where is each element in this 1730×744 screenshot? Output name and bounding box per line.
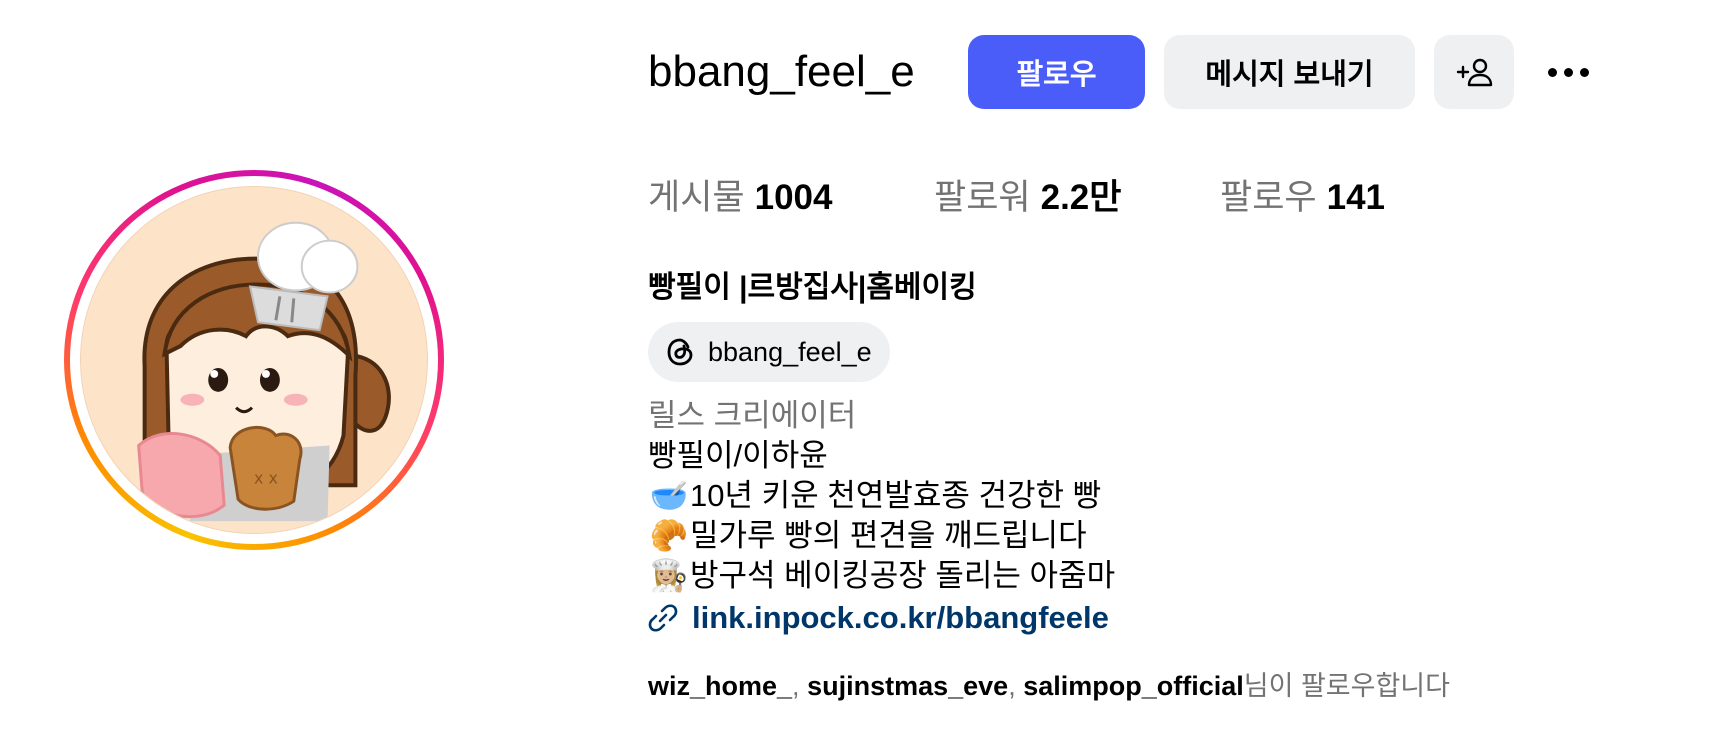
person-plus-icon bbox=[1456, 58, 1493, 87]
stat-value: 1004 bbox=[754, 178, 833, 217]
bio-line: 👩🏼‍🍳방구석 베이킹공장 돌리는 아줌마 bbox=[648, 556, 1115, 596]
threads-icon bbox=[667, 338, 693, 366]
link-text[interactable]: link.inpock.co.kr/bbangfeele bbox=[692, 598, 1109, 638]
stat-value: 2.2만 bbox=[1040, 178, 1122, 217]
profile-page: x x bbang_feel_e 팔로우 메시지 보내기 게시물 1004 팔로워… bbox=[0, 0, 1730, 744]
category-label: 릴스 크리에이터 bbox=[648, 398, 857, 433]
stat-label: 팔로우 bbox=[1220, 178, 1317, 217]
stat-posts: 게시물 1004 bbox=[648, 176, 832, 220]
profile-link[interactable]: link.inpock.co.kr/bbangfeele bbox=[648, 598, 1109, 638]
stat-label: 팔로워 bbox=[934, 178, 1031, 217]
bio-line: 빵필이/이하윤 bbox=[648, 438, 828, 473]
follow-button[interactable]: 팔로우 bbox=[968, 35, 1145, 109]
bio-line: 🥣10년 키운 천연발효종 건강한 빵 bbox=[648, 476, 1101, 516]
message-button[interactable]: 메시지 보내기 bbox=[1164, 35, 1415, 109]
svg-text:x x: x x bbox=[254, 468, 278, 487]
croissant-emoji-icon: 🥐 bbox=[649, 518, 689, 553]
stat-label: 게시물 bbox=[648, 178, 745, 217]
avatar-illustration: x x bbox=[81, 187, 427, 533]
story-ring[interactable]: x x bbox=[64, 170, 444, 550]
followed-by-suffix: 님이 팔로우합니다 bbox=[1243, 671, 1450, 701]
link-icon bbox=[648, 604, 678, 632]
stat-value: 141 bbox=[1326, 178, 1386, 217]
stat-following[interactable]: 팔로우 141 bbox=[1220, 176, 1385, 220]
display-name: 빵필이 |르방집사|홈베이킹 bbox=[648, 271, 977, 304]
more-options-button[interactable] bbox=[1538, 50, 1598, 94]
username: bbang_feel_e bbox=[648, 47, 915, 96]
threads-badge[interactable]: bbang_feel_e bbox=[648, 322, 890, 382]
follower-account[interactable]: wiz_home_ bbox=[648, 671, 792, 701]
bio-line: 🥐밀가루 빵의 편견을 깨드립니다 bbox=[648, 516, 1087, 556]
stat-followers[interactable]: 팔로워 2.2만 bbox=[934, 176, 1121, 220]
follower-account[interactable]: salimpop_official bbox=[1023, 671, 1244, 701]
follower-account[interactable]: sujinstmas_eve bbox=[807, 671, 1008, 701]
chef-emoji-icon: 👩🏼‍🍳 bbox=[649, 558, 689, 593]
threads-handle: bbang_feel_e bbox=[708, 336, 872, 367]
bowl-emoji-icon: 🥣 bbox=[649, 478, 689, 513]
avatar[interactable]: x x bbox=[80, 186, 428, 534]
suggest-user-button[interactable] bbox=[1434, 35, 1514, 109]
followed-by[interactable]: wiz_home_, sujinstmas_eve, salimpop_offi… bbox=[648, 668, 1450, 704]
ellipsis-icon bbox=[1547, 67, 1557, 77]
